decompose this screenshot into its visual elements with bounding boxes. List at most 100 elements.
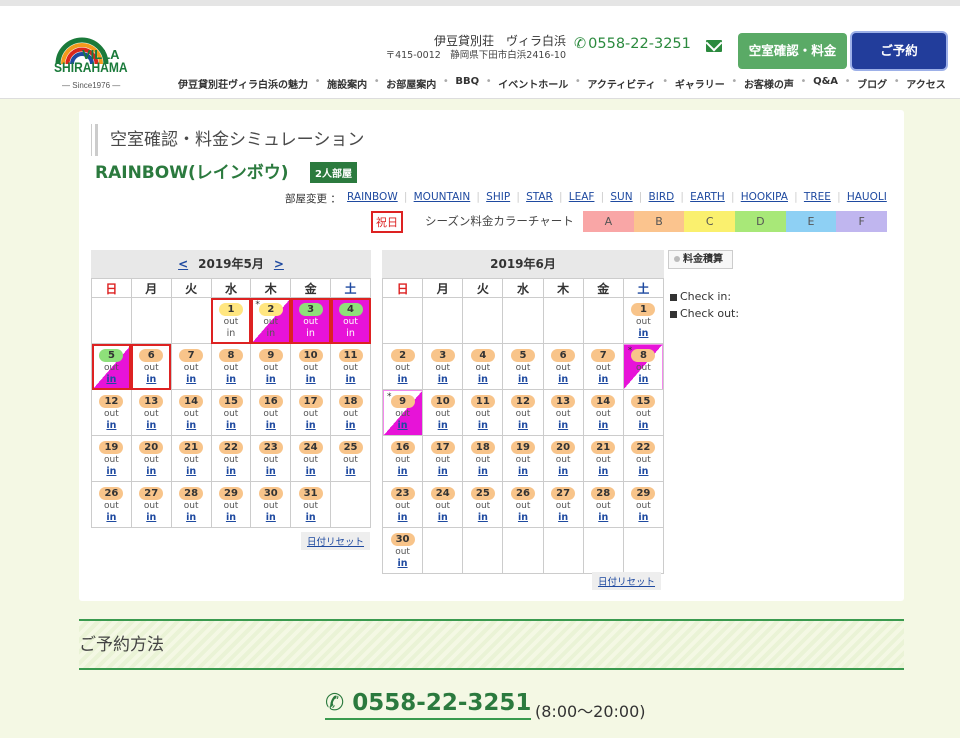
nav-item[interactable]: 伊豆貸別荘ヴィラ白浜の魅力 — [178, 76, 308, 91]
calendar-day-cell[interactable]: 12 out in — [502, 389, 544, 436]
checkin-link[interactable]: in — [291, 374, 330, 385]
checkin-link[interactable]: in — [172, 420, 211, 431]
calendar-day-cell[interactable]: 14 out in — [170, 389, 212, 436]
nav-item[interactable]: BBQ — [455, 76, 479, 91]
nav-item[interactable]: イベントホール — [498, 76, 568, 91]
checkin-link[interactable]: in — [172, 374, 211, 385]
checkin-link[interactable]: in — [544, 420, 583, 431]
nav-item[interactable]: Q&A — [813, 76, 838, 91]
checkin-link[interactable]: in — [423, 512, 462, 523]
checkin-link[interactable]: in — [544, 512, 583, 523]
room-link[interactable]: HOOKIPA — [741, 191, 788, 206]
calendar-day-cell[interactable]: 25 out in — [330, 435, 371, 482]
room-link[interactable]: TREE — [804, 191, 831, 206]
calendar-day-cell[interactable]: 27 out in — [542, 481, 584, 528]
header-phone[interactable]: ✆ 0558-22-3251 — [574, 36, 691, 52]
calendar-day-cell[interactable]: 11 out in — [330, 343, 371, 390]
room-link[interactable]: MOUNTAIN — [414, 191, 471, 206]
calendar-day-cell[interactable]: 31 out in — [290, 481, 332, 528]
may-reset-link[interactable]: 日付リセット — [301, 532, 371, 550]
calendar-day-cell[interactable]: 5 out in — [502, 343, 544, 390]
nav-item[interactable]: お客様の声 — [744, 76, 794, 91]
reservation-phone[interactable]: ✆ 0558-22-3251 — [325, 690, 532, 720]
checkin-link[interactable]: in — [132, 374, 171, 385]
checkin-link[interactable]: in — [132, 466, 171, 477]
checkin-link[interactable]: in — [584, 512, 623, 523]
room-link[interactable]: STAR — [526, 191, 553, 206]
calendar-day-cell[interactable]: 8 out in — [210, 343, 252, 390]
calendar-day-cell[interactable]: 15 out in — [622, 389, 665, 436]
room-link[interactable]: SHIP — [486, 191, 510, 206]
calendar-day-cell[interactable]: 10 out in — [290, 343, 332, 390]
calendar-day-cell[interactable]: 6 out in — [542, 343, 584, 390]
june-reset-link[interactable]: 日付リセット — [592, 572, 662, 590]
calendar-day-cell[interactable]: 19 out in — [91, 435, 132, 482]
calendar-day-cell[interactable]: 7 out in — [582, 343, 624, 390]
checkin-link[interactable]: in — [383, 466, 422, 477]
checkin-link[interactable]: in — [624, 466, 663, 477]
calendar-day-cell[interactable]: 12 out in — [91, 389, 132, 436]
calendar-day-cell[interactable]: 1 out in — [622, 297, 665, 344]
calendar-day-cell[interactable]: 1 out in — [210, 297, 252, 344]
calendar-day-cell[interactable]: 7 out in — [170, 343, 212, 390]
nav-item[interactable]: お部屋案内 — [386, 76, 436, 91]
calendar-day-cell[interactable]: * 9 out in — [381, 389, 424, 436]
calendar-day-cell[interactable]: 23 out in — [381, 481, 424, 528]
checkin-link[interactable]: in — [423, 466, 462, 477]
calendar-day-cell[interactable]: 3 out in — [290, 297, 332, 344]
calendar-day-cell[interactable]: 22 out in — [210, 435, 252, 482]
checkin-link[interactable]: in — [331, 374, 370, 385]
calendar-day-cell[interactable]: 9 out in — [250, 343, 292, 390]
checkin-link[interactable]: in — [544, 374, 583, 385]
calendar-day-cell[interactable]: 28 out in — [582, 481, 624, 528]
calendar-day-cell[interactable]: 30 out in — [250, 481, 292, 528]
room-link[interactable]: HAUOLI — [847, 191, 887, 206]
checkin-link[interactable]: in — [291, 512, 330, 523]
availability-button[interactable]: 空室確認・料金 — [738, 33, 847, 69]
checkin-link[interactable]: in — [383, 558, 422, 569]
checkin-link[interactable]: in — [331, 420, 370, 431]
room-link[interactable]: LEAF — [569, 191, 595, 206]
checkin-link[interactable]: in — [544, 466, 583, 477]
checkin-link[interactable]: in — [251, 420, 290, 431]
calendar-day-cell[interactable]: 28 out in — [170, 481, 212, 528]
checkin-link[interactable]: in — [463, 466, 502, 477]
checkin-link[interactable]: in — [383, 420, 422, 431]
checkin-link[interactable]: in — [212, 466, 251, 477]
calendar-day-cell[interactable]: 6 out in — [130, 343, 172, 390]
calendar-day-cell[interactable]: 19 out in — [502, 435, 544, 482]
checkin-link[interactable]: in — [503, 374, 542, 385]
checkin-link[interactable]: in — [92, 420, 131, 431]
calendar-day-cell[interactable]: 26 out in — [91, 481, 132, 528]
checkin-link[interactable]: in — [172, 466, 211, 477]
checkin-link[interactable]: in — [503, 512, 542, 523]
calendar-day-cell[interactable]: 22 out in — [622, 435, 665, 482]
checkin-link[interactable]: in — [383, 374, 422, 385]
checkin-link[interactable]: in — [172, 512, 211, 523]
nav-item[interactable]: ギャラリー — [675, 76, 725, 91]
checkin-link[interactable]: in — [423, 374, 462, 385]
calendar-day-cell[interactable]: 27 out in — [130, 481, 172, 528]
checkin-link[interactable]: in — [624, 374, 663, 385]
calendar-day-cell[interactable]: 25 out in — [462, 481, 504, 528]
checkin-link[interactable]: in — [92, 512, 131, 523]
calendar-day-cell[interactable]: 20 out in — [542, 435, 584, 482]
calendar-day-cell[interactable]: 16 out in — [250, 389, 292, 436]
calendar-day-cell[interactable]: 14 out in — [582, 389, 624, 436]
booking-button[interactable]: ご予約 — [852, 33, 946, 69]
checkin-link[interactable]: in — [624, 328, 663, 339]
calendar-day-cell[interactable]: 18 out in — [462, 435, 504, 482]
calendar-day-cell[interactable]: 24 out in — [422, 481, 464, 528]
checkin-link[interactable]: in — [251, 512, 290, 523]
calendar-day-cell[interactable]: 24 out in — [290, 435, 332, 482]
calendar-day-cell[interactable]: * 8 out in — [622, 343, 665, 390]
calendar-day-cell[interactable]: * 2 out in — [250, 297, 292, 344]
checkin-link[interactable]: in — [92, 374, 131, 385]
calendar-day-cell[interactable]: 11 out in — [462, 389, 504, 436]
checkin-link[interactable]: in — [423, 420, 462, 431]
prev-month-link[interactable]: < — [178, 257, 188, 271]
calendar-day-cell[interactable]: 13 out in — [542, 389, 584, 436]
calendar-day-cell[interactable]: 17 out in — [422, 435, 464, 482]
room-link[interactable]: EARTH — [690, 191, 725, 206]
calendar-day-cell[interactable]: 16 out in — [381, 435, 424, 482]
